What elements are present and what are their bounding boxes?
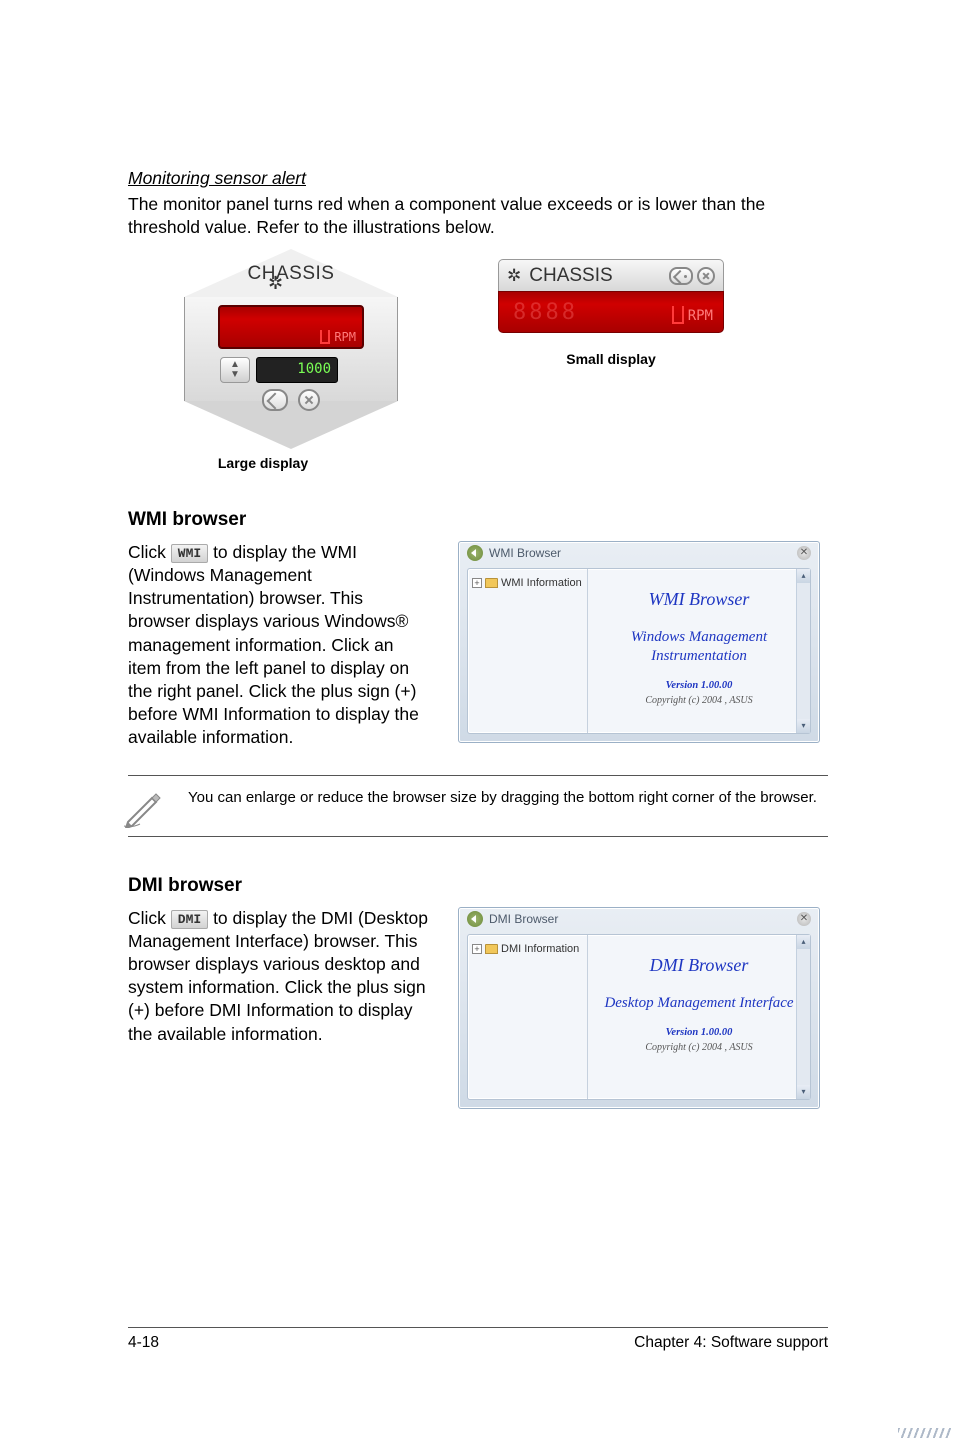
dmi-tree-root[interactable]: DMI Information [501, 943, 579, 955]
large-display: ✲ CHASSIS RPM ▲ ▼ 1000 [184, 249, 398, 449]
wmi-tree-root[interactable]: WMI Information [501, 577, 582, 589]
large-display-col: ✲ CHASSIS RPM ▲ ▼ 1000 [128, 249, 398, 471]
large-panel-title: CHASSIS [184, 263, 398, 285]
threshold-stepper[interactable]: ▲ ▼ [220, 357, 250, 383]
rpm-panel: RPM [218, 305, 364, 349]
rpm-panel-small: 8888 RPM [498, 291, 724, 333]
sensor-alert-body: The monitor panel turns red when a compo… [128, 193, 828, 239]
wmi-text: Click WMI to display the WMI (Windows Ma… [128, 541, 428, 749]
dmi-content-title: DMI Browser [594, 955, 804, 976]
back-icon[interactable] [467, 545, 483, 561]
dmi-browser-window: DMI Browser ✕ + DMI Information DMI Brow… [458, 907, 820, 1109]
config-icon[interactable] [262, 389, 288, 411]
rpm-blink-icon [672, 306, 684, 324]
note-box: You can enlarge or reduce the browser si… [128, 775, 828, 837]
scroll-down-icon[interactable]: ▾ [797, 1085, 810, 1099]
digit-placeholder: 8888 [513, 300, 578, 325]
wmi-tree[interactable]: + WMI Information [468, 569, 588, 733]
wmi-section: Click WMI to display the WMI (Windows Ma… [128, 541, 828, 749]
folder-icon [485, 578, 498, 588]
scroll-up-icon[interactable]: ▴ [797, 935, 810, 949]
threshold-control: ▲ ▼ 1000 [220, 357, 338, 383]
wmi-content-sub: Windows Management Instrumentation [594, 628, 804, 666]
dmi-button[interactable]: DMI [171, 910, 208, 929]
wmi-window-title: WMI Browser [489, 546, 797, 560]
chevron-down-icon[interactable]: ▼ [230, 370, 240, 380]
dmi-copyright: Copyright (c) 2004 , ASUS [594, 1042, 804, 1053]
wmi-content-pane: WMI Browser Windows Management Instrumen… [588, 569, 810, 733]
scrollbar[interactable]: ▴ ▾ [796, 569, 810, 733]
dmi-tree[interactable]: + DMI Information [468, 935, 588, 1099]
wmi-text-rest: to display the WMI (Windows Management I… [128, 542, 419, 747]
expand-icon[interactable]: + [472, 578, 482, 588]
small-display-col: ✲ CHASSIS 8888 RPM Small display [498, 249, 724, 367]
dmi-version: Version 1.00.00 [594, 1027, 804, 1038]
rpm-label: RPM [334, 330, 356, 344]
dmi-content-pane: DMI Browser Desktop Management Interface… [588, 935, 810, 1099]
sensor-alert-heading: Monitoring sensor alert [128, 168, 828, 189]
expand-icon[interactable]: + [472, 944, 482, 954]
sensor-alert-section: Monitoring sensor alert The monitor pane… [128, 168, 828, 471]
note-icon [122, 784, 166, 828]
small-panel-title: CHASSIS [529, 265, 661, 287]
dmi-window-title: DMI Browser [489, 912, 797, 926]
note-text: You can enlarge or reduce the browser si… [188, 784, 828, 808]
chapter-label: Chapter 4: Software support [634, 1334, 828, 1352]
wmi-copyright: Copyright (c) 2004 , ASUS [594, 695, 804, 706]
rpm-label: RPM [688, 308, 713, 324]
folder-icon [485, 944, 498, 954]
scroll-up-icon[interactable]: ▴ [797, 569, 810, 583]
page-footer: 4-18 Chapter 4: Software support [128, 1327, 828, 1352]
dmi-section-title: DMI browser [128, 875, 828, 897]
dmi-text-prefix: Click [128, 908, 171, 928]
displays-row: ✲ CHASSIS RPM ▲ ▼ 1000 [128, 249, 828, 471]
dmi-section: Click DMI to display the DMI (Desktop Ma… [128, 907, 828, 1109]
close-icon[interactable] [697, 267, 715, 285]
close-icon[interactable]: ✕ [797, 912, 811, 926]
wmi-button[interactable]: WMI [171, 544, 208, 563]
wmi-text-prefix: Click [128, 542, 171, 562]
resize-grip[interactable] [898, 1428, 952, 1438]
threshold-value: 1000 [256, 357, 338, 383]
scroll-down-icon[interactable]: ▾ [797, 719, 810, 733]
wmi-version: Version 1.00.00 [594, 680, 804, 691]
close-icon[interactable]: ✕ [797, 546, 811, 560]
fan-icon: ✲ [507, 266, 521, 286]
wmi-section-title: WMI browser [128, 509, 828, 531]
small-display-caption: Small display [566, 351, 655, 367]
config-icon[interactable] [669, 267, 693, 285]
dmi-content-sub: Desktop Management Interface [594, 994, 804, 1013]
rpm-blink-icon [320, 330, 330, 344]
dmi-text: Click DMI to display the DMI (Desktop Ma… [128, 907, 428, 1046]
wmi-content-title: WMI Browser [594, 589, 804, 610]
scrollbar[interactable]: ▴ ▾ [796, 935, 810, 1099]
wmi-browser-window: WMI Browser ✕ + WMI Information WMI Brow… [458, 541, 820, 743]
back-icon[interactable] [467, 911, 483, 927]
small-display: ✲ CHASSIS 8888 RPM [498, 259, 724, 345]
large-display-caption: Large display [218, 455, 308, 471]
page-number: 4-18 [128, 1334, 159, 1352]
close-icon[interactable] [298, 389, 320, 411]
